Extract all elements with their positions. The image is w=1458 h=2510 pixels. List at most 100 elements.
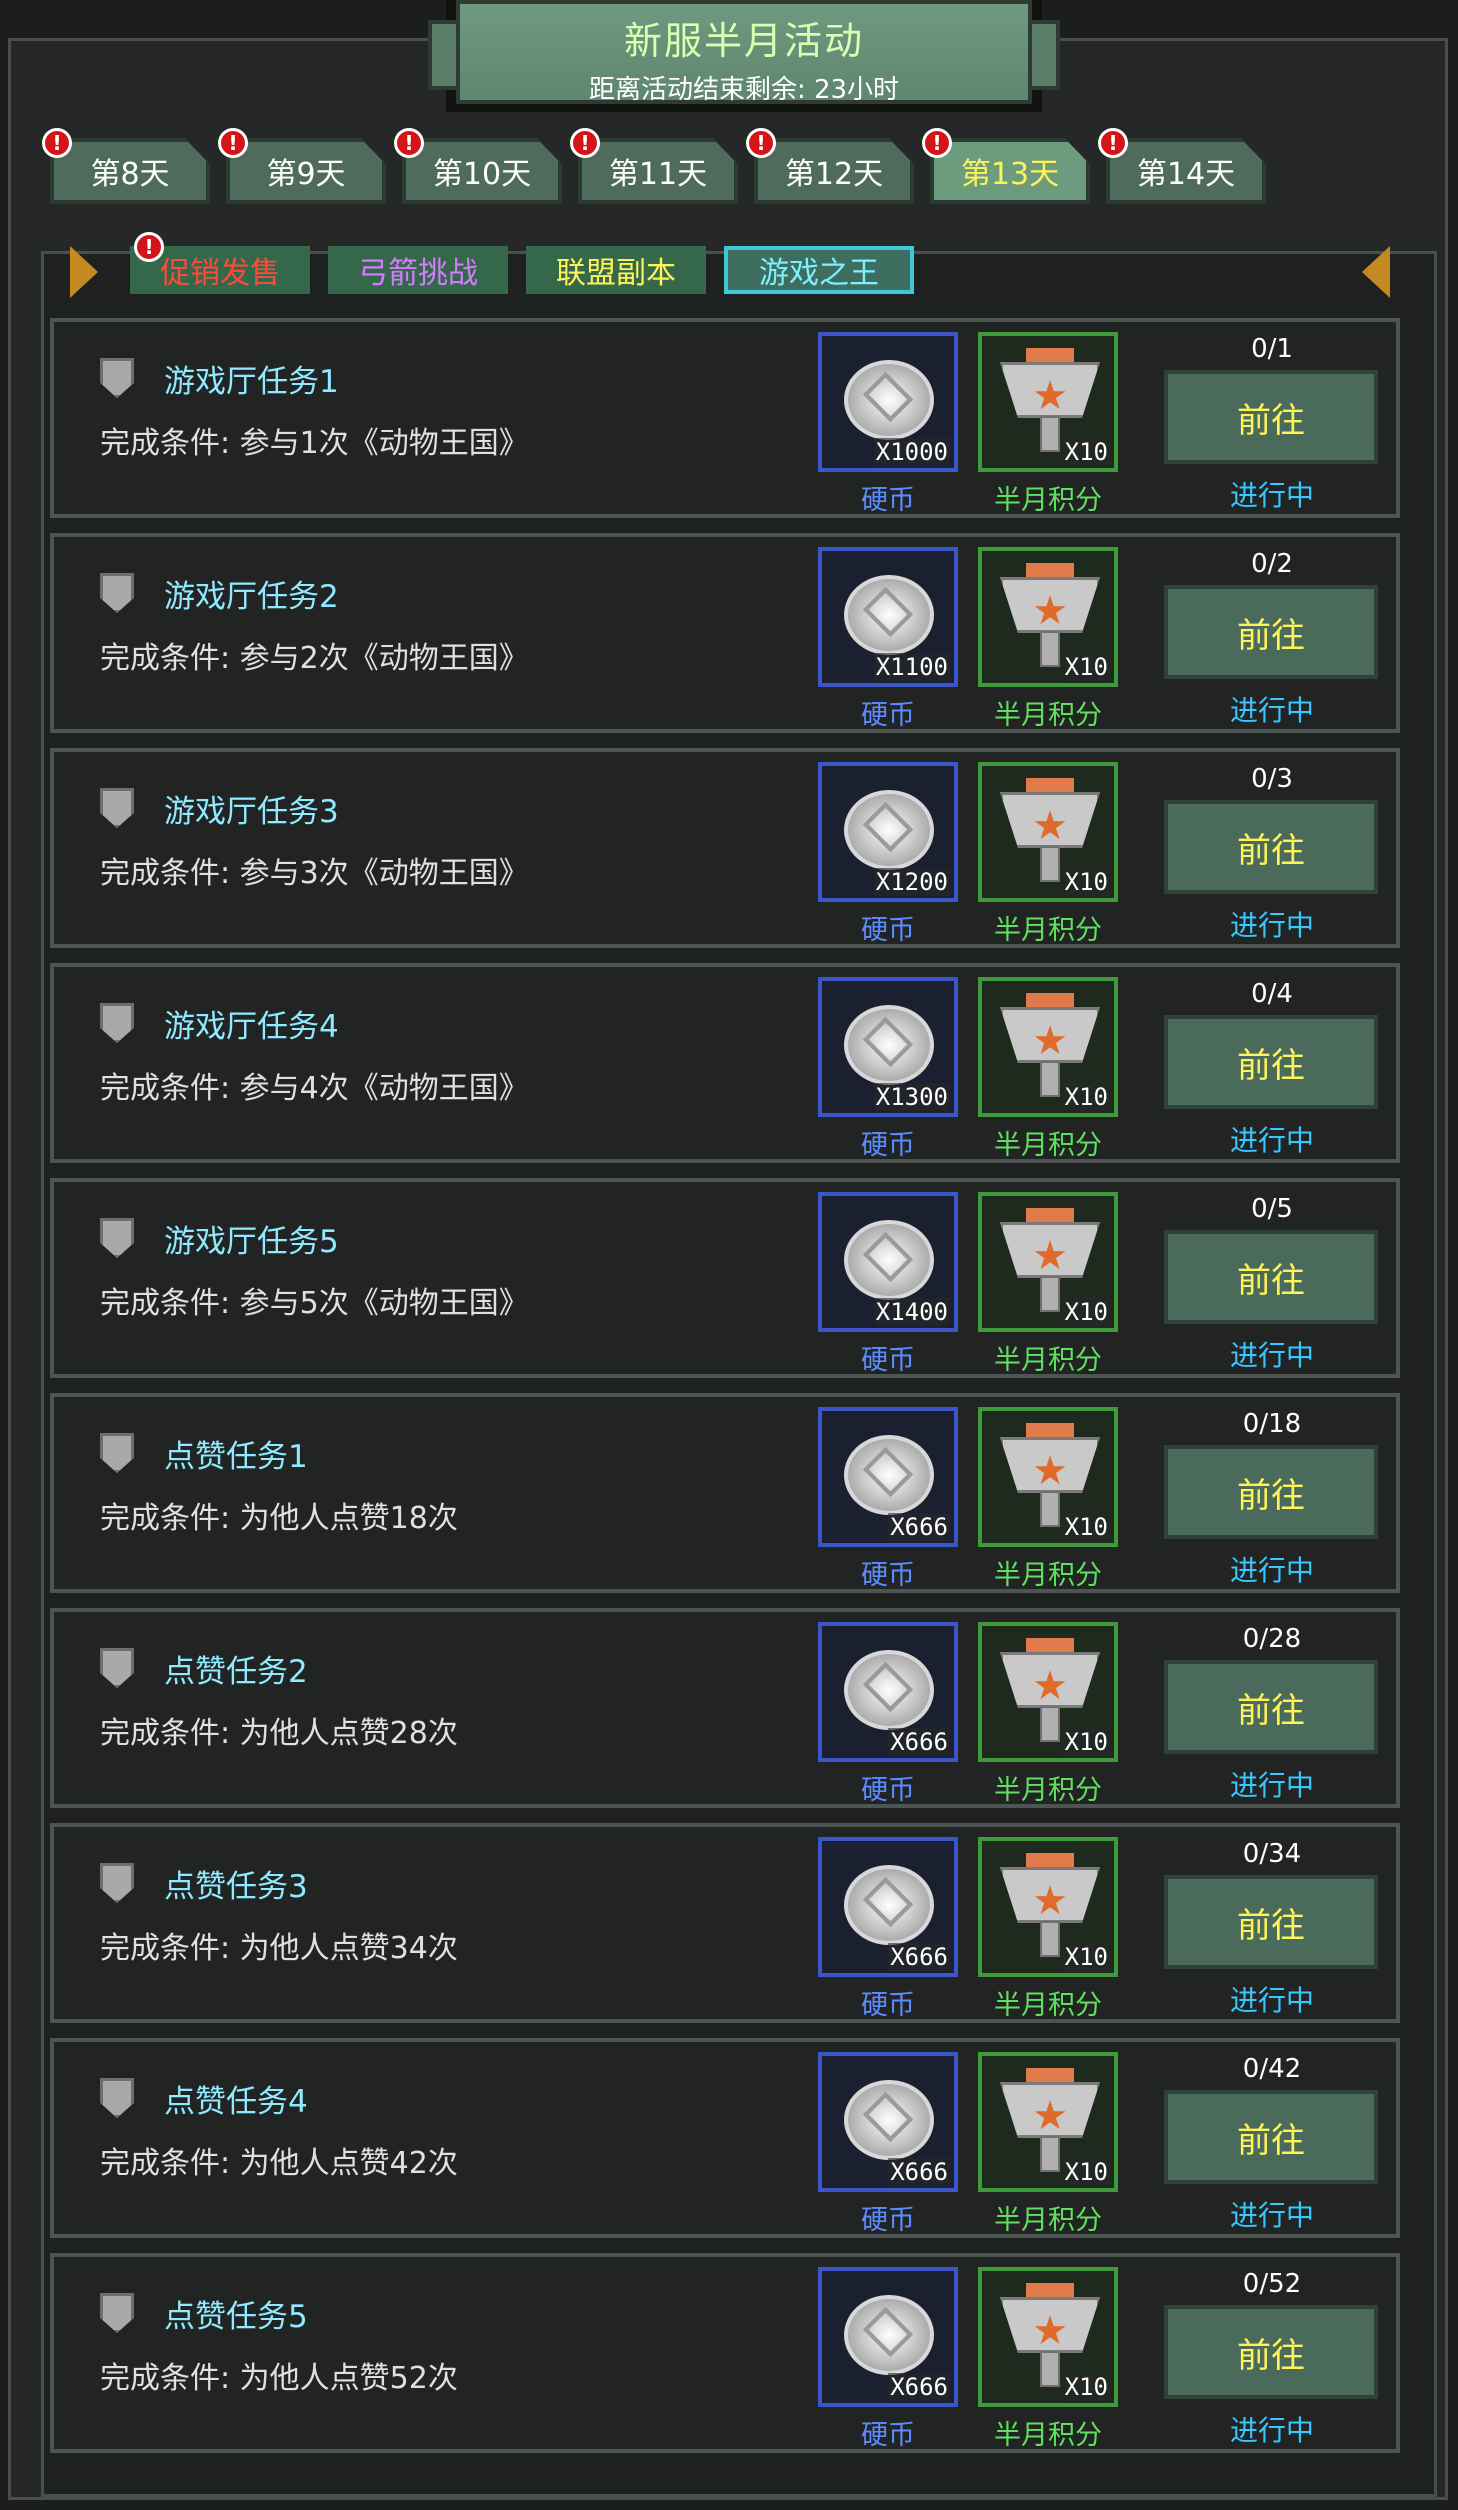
- tab-day-5[interactable]: 第13天: [930, 138, 1090, 204]
- coin-icon: [844, 1435, 934, 1515]
- coin-quantity: X1000: [873, 438, 950, 466]
- score-label: 半月积分: [994, 1130, 1102, 1161]
- task-row: 点赞任务5 完成条件: 为他人点赞52次 X666 ★ X10 硬币 半月积分 …: [50, 2253, 1400, 2453]
- coin-reward[interactable]: X1100: [818, 547, 958, 687]
- score-reward[interactable]: ★ X10: [978, 2052, 1118, 2192]
- category-tab-3[interactable]: 游戏之王: [724, 246, 914, 294]
- coin-reward[interactable]: X666: [818, 1837, 958, 1977]
- task-status: 进行中: [1229, 2414, 1314, 2447]
- score-label: 半月积分: [994, 2205, 1102, 2236]
- category-tab-1[interactable]: 弓箭挑战: [328, 246, 508, 294]
- task-title: 游戏厅任务2: [164, 579, 339, 615]
- go-button[interactable]: 前往: [1164, 1230, 1378, 1324]
- coin-label: 硬币: [861, 485, 915, 516]
- day-tab-label: 第8天: [90, 157, 170, 192]
- score-reward[interactable]: ★ X10: [978, 2267, 1118, 2407]
- coin-icon: [844, 360, 934, 440]
- task-status: 进行中: [1229, 1554, 1314, 1587]
- score-reward[interactable]: ★ X10: [978, 1407, 1118, 1547]
- task-row: 游戏厅任务1 完成条件: 参与1次《动物王国》 X1000 ★ X10 硬币 半…: [50, 318, 1400, 518]
- coin-icon: [844, 1865, 934, 1945]
- tab-day-0[interactable]: 第8天: [50, 138, 210, 204]
- go-button[interactable]: 前往: [1164, 800, 1378, 894]
- tab-day-4[interactable]: 第12天: [754, 138, 914, 204]
- tab-day-1[interactable]: 第9天: [226, 138, 386, 204]
- score-reward[interactable]: ★ X10: [978, 332, 1118, 472]
- task-progress: 0/4: [1251, 979, 1293, 1009]
- coin-reward[interactable]: X1300: [818, 977, 958, 1117]
- score-quantity: X10: [1062, 2373, 1110, 2401]
- tab-day-6[interactable]: 第14天: [1106, 138, 1266, 204]
- coin-quantity: X1400: [873, 1298, 950, 1326]
- coin-reward[interactable]: X1400: [818, 1192, 958, 1332]
- coin-label: 硬币: [861, 2420, 915, 2451]
- score-quantity: X10: [1062, 1298, 1110, 1326]
- shield-icon: [100, 2293, 134, 2333]
- task-status: 进行中: [1229, 909, 1314, 942]
- task-condition: 完成条件: 参与4次《动物王国》: [100, 1071, 529, 1106]
- tab-day-2[interactable]: 第10天: [402, 138, 562, 204]
- alert-badge-icon: !: [42, 128, 72, 158]
- task-condition: 完成条件: 为他人点赞34次: [100, 1931, 458, 1966]
- tab-day-3[interactable]: 第11天: [578, 138, 738, 204]
- coin-reward[interactable]: X666: [818, 2052, 958, 2192]
- go-button[interactable]: 前往: [1164, 2090, 1378, 2184]
- go-button[interactable]: 前往: [1164, 1445, 1378, 1539]
- coin-quantity: X1200: [873, 868, 950, 896]
- task-status: 进行中: [1229, 1339, 1314, 1372]
- task-progress: 0/34: [1242, 1839, 1302, 1869]
- coin-quantity: X666: [888, 2373, 950, 2401]
- coin-reward[interactable]: X1000: [818, 332, 958, 472]
- day-tab-label: 第13天: [960, 157, 1060, 192]
- task-row: 游戏厅任务2 完成条件: 参与2次《动物王国》 X1100 ★ X10 硬币 半…: [50, 533, 1400, 733]
- day-tab-label: 第14天: [1136, 157, 1236, 192]
- score-quantity: X10: [1062, 653, 1110, 681]
- task-progress: 0/5: [1251, 1194, 1293, 1224]
- shield-icon: [100, 788, 134, 828]
- task-condition: 完成条件: 为他人点赞52次: [100, 2361, 458, 2396]
- task-condition: 完成条件: 为他人点赞28次: [100, 1716, 458, 1751]
- header-banner: 新服半月活动 距离活动结束剩余: 23小时: [428, 0, 1060, 112]
- task-title: 点赞任务2: [164, 1654, 308, 1690]
- alert-badge-icon: !: [922, 128, 952, 158]
- task-progress: 0/18: [1242, 1409, 1302, 1439]
- scroll-left-arrow-icon[interactable]: [70, 246, 98, 298]
- coin-icon: [844, 790, 934, 870]
- go-button[interactable]: 前往: [1164, 585, 1378, 679]
- scroll-right-arrow-icon[interactable]: [1362, 246, 1390, 298]
- task-row: 游戏厅任务5 完成条件: 参与5次《动物王国》 X1400 ★ X10 硬币 半…: [50, 1178, 1400, 1378]
- shield-icon: [100, 2078, 134, 2118]
- go-button[interactable]: 前往: [1164, 2305, 1378, 2399]
- coin-reward[interactable]: X666: [818, 2267, 958, 2407]
- task-progress: 0/28: [1242, 1624, 1302, 1654]
- score-reward[interactable]: ★ X10: [978, 1192, 1118, 1332]
- coin-reward[interactable]: X666: [818, 1407, 958, 1547]
- score-quantity: X10: [1062, 438, 1110, 466]
- score-reward[interactable]: ★ X10: [978, 762, 1118, 902]
- go-button[interactable]: 前往: [1164, 1875, 1378, 1969]
- coin-reward[interactable]: X666: [818, 1622, 958, 1762]
- coin-label: 硬币: [861, 915, 915, 946]
- score-reward[interactable]: ★ X10: [978, 547, 1118, 687]
- score-reward[interactable]: ★ X10: [978, 1837, 1118, 1977]
- shield-icon: [100, 573, 134, 613]
- task-status: 进行中: [1229, 1769, 1314, 1802]
- category-tab-2[interactable]: 联盟副本: [526, 246, 706, 294]
- coin-reward[interactable]: X1200: [818, 762, 958, 902]
- score-quantity: X10: [1062, 1943, 1110, 1971]
- task-progress: 0/42: [1242, 2054, 1302, 2084]
- coin-icon: [844, 575, 934, 655]
- task-condition: 完成条件: 参与5次《动物王国》: [100, 1286, 529, 1321]
- task-row: 点赞任务2 完成条件: 为他人点赞28次 X666 ★ X10 硬币 半月积分 …: [50, 1608, 1400, 1808]
- day-tab-label: 第12天: [784, 157, 884, 192]
- alert-badge-icon: !: [1098, 128, 1128, 158]
- task-title: 游戏厅任务4: [164, 1009, 339, 1045]
- score-reward[interactable]: ★ X10: [978, 1622, 1118, 1762]
- go-button[interactable]: 前往: [1164, 370, 1378, 464]
- score-quantity: X10: [1062, 1083, 1110, 1111]
- task-status: 进行中: [1229, 694, 1314, 727]
- score-reward[interactable]: ★ X10: [978, 977, 1118, 1117]
- coin-icon: [844, 1005, 934, 1085]
- go-button[interactable]: 前往: [1164, 1015, 1378, 1109]
- go-button[interactable]: 前往: [1164, 1660, 1378, 1754]
